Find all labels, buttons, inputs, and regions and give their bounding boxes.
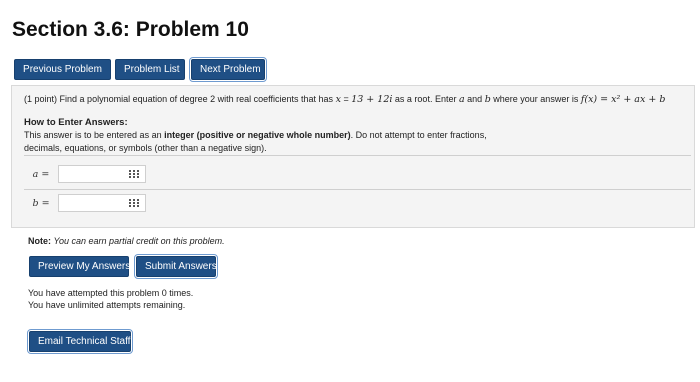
question-root: 13 + 12i	[351, 94, 393, 105]
answer-b-input[interactable]	[59, 197, 125, 213]
problem-list-button[interactable]: Problem List	[115, 59, 185, 80]
attempts-count: You have attempted this problem 0 times.	[28, 288, 194, 298]
divider	[24, 155, 691, 156]
how-to-enter-bold: integer (positive or negative whole numb…	[164, 130, 351, 140]
note-label: Note:	[28, 236, 51, 246]
note-text: You can earn partial credit on this prob…	[53, 236, 225, 246]
page-title: Section 3.6: Problem 10	[12, 18, 249, 41]
answer-row-a: a =	[24, 165, 146, 184]
question-part-3: where your answer is	[490, 94, 579, 104]
answer-actions: Preview My Answers Submit Answers	[29, 254, 218, 279]
question-text: (1 point) Find a polynomial equation of …	[24, 94, 665, 105]
how-to-enter-text: This answer is to be entered as an integ…	[24, 129, 504, 155]
question-part-1: Find a polynomial equation of degree 2 w…	[59, 94, 334, 104]
answer-a-field[interactable]	[58, 165, 146, 184]
divider	[24, 189, 691, 190]
answer-a-input[interactable]	[59, 168, 125, 184]
question-function: f(x) = x² + ax + b	[580, 94, 666, 105]
question-part-2: as a root. Enter	[392, 94, 457, 104]
answer-a-label: a =	[32, 168, 50, 180]
how-to-enter-title: How to Enter Answers:	[24, 117, 128, 128]
preview-answers-button[interactable]: Preview My Answers	[29, 256, 130, 277]
attempts-remaining: You have unlimited attempts remaining.	[28, 300, 186, 310]
attempts-info: You have attempted this problem 0 times.…	[28, 287, 193, 311]
question-and: and	[464, 94, 485, 104]
problem-navigation: Previous Problem Problem List Next Probl…	[14, 57, 267, 82]
question-equals: =	[340, 94, 352, 104]
answer-b-label: b =	[32, 197, 50, 209]
answer-b-field[interactable]	[58, 194, 146, 213]
problem-panel: (1 point) Find a polynomial equation of …	[11, 85, 695, 228]
partial-credit-note: Note: You can earn partial credit on thi…	[28, 236, 225, 246]
equation-editor-icon[interactable]	[129, 199, 139, 207]
answer-row-b: b =	[24, 194, 146, 213]
next-problem-button[interactable]: Next Problem	[189, 57, 267, 82]
equation-editor-icon[interactable]	[129, 170, 139, 178]
how-to-enter-text-1: This answer is to be entered as an	[24, 130, 162, 140]
points-label: (1 point)	[24, 94, 58, 104]
submit-answers-button[interactable]: Submit Answers	[134, 254, 218, 279]
email-technical-staff-button[interactable]: Email Technical Staff	[27, 329, 133, 354]
previous-problem-button[interactable]: Previous Problem	[14, 59, 111, 80]
